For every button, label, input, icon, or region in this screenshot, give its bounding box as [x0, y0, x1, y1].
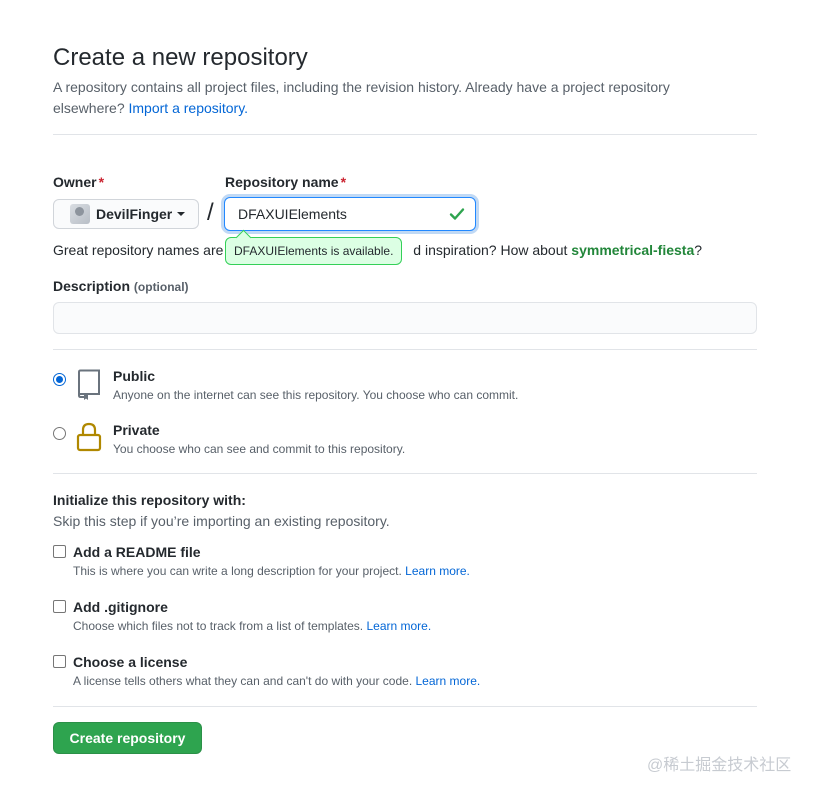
page-title: Create a new repository: [53, 44, 308, 71]
import-repository-link[interactable]: Import a repository.: [129, 100, 249, 116]
gitignore-option-title: Add .gitignore: [73, 599, 168, 615]
initialize-subtitle: Skip this step if you’re importing an ex…: [53, 513, 390, 529]
page-subtitle: A repository contains all project files,…: [53, 77, 743, 119]
private-option-title: Private: [113, 422, 160, 438]
owner-select-button[interactable]: DevilFinger: [53, 199, 199, 229]
description-input[interactable]: [53, 302, 757, 334]
divider: [53, 349, 757, 350]
license-learn-more-link[interactable]: Learn more.: [416, 674, 481, 688]
initialize-title: Initialize this repository with:: [53, 492, 246, 508]
public-option-title: Public: [113, 368, 156, 384]
availability-tooltip: DFAXUIElements is available.: [225, 237, 403, 265]
repository-name-label: Repository name *: [225, 174, 347, 190]
owner-value: DevilFinger: [96, 206, 173, 222]
divider: [53, 706, 757, 707]
repository-name-input[interactable]: [225, 198, 475, 230]
public-option-description: Anyone on the internet can see this repo…: [113, 388, 519, 402]
divider: [53, 473, 757, 474]
optional-tag: (optional): [133, 280, 189, 294]
private-option-description: You choose who can see and commit to thi…: [113, 442, 406, 456]
repository-name-field: [224, 197, 476, 231]
description-label: Description (optional): [53, 278, 189, 294]
gitignore-checkbox[interactable]: [53, 600, 66, 613]
owner-label: Owner *: [53, 174, 105, 190]
divider: [53, 134, 757, 135]
private-radio[interactable]: [53, 427, 66, 440]
owner-repo-separator: /: [207, 199, 214, 226]
license-checkbox[interactable]: [53, 655, 66, 668]
license-option-description: A license tells others what they can and…: [73, 674, 481, 688]
watermark: @稀土掘金技术社区: [647, 757, 792, 774]
avatar: [70, 204, 90, 224]
create-repository-button[interactable]: Create repository: [53, 722, 202, 754]
required-mark: *: [98, 174, 105, 190]
gitignore-option-description: Choose which files not to track from a l…: [73, 619, 432, 633]
name-suggestion-link[interactable]: symmetrical-fiesta: [571, 242, 694, 258]
chevron-down-icon: [177, 212, 186, 216]
readme-checkbox[interactable]: [53, 545, 66, 558]
readme-option-description: This is where you can write a long descr…: [73, 564, 470, 578]
repo-icon: [78, 369, 100, 400]
check-icon: [449, 208, 465, 220]
gitignore-learn-more-link[interactable]: Learn more.: [366, 619, 431, 633]
lock-icon: [76, 422, 102, 452]
license-option-title: Choose a license: [73, 654, 188, 670]
public-radio[interactable]: [53, 373, 66, 386]
required-mark: *: [340, 174, 347, 190]
readme-learn-more-link[interactable]: Learn more.: [405, 564, 470, 578]
readme-option-title: Add a README file: [73, 544, 201, 560]
